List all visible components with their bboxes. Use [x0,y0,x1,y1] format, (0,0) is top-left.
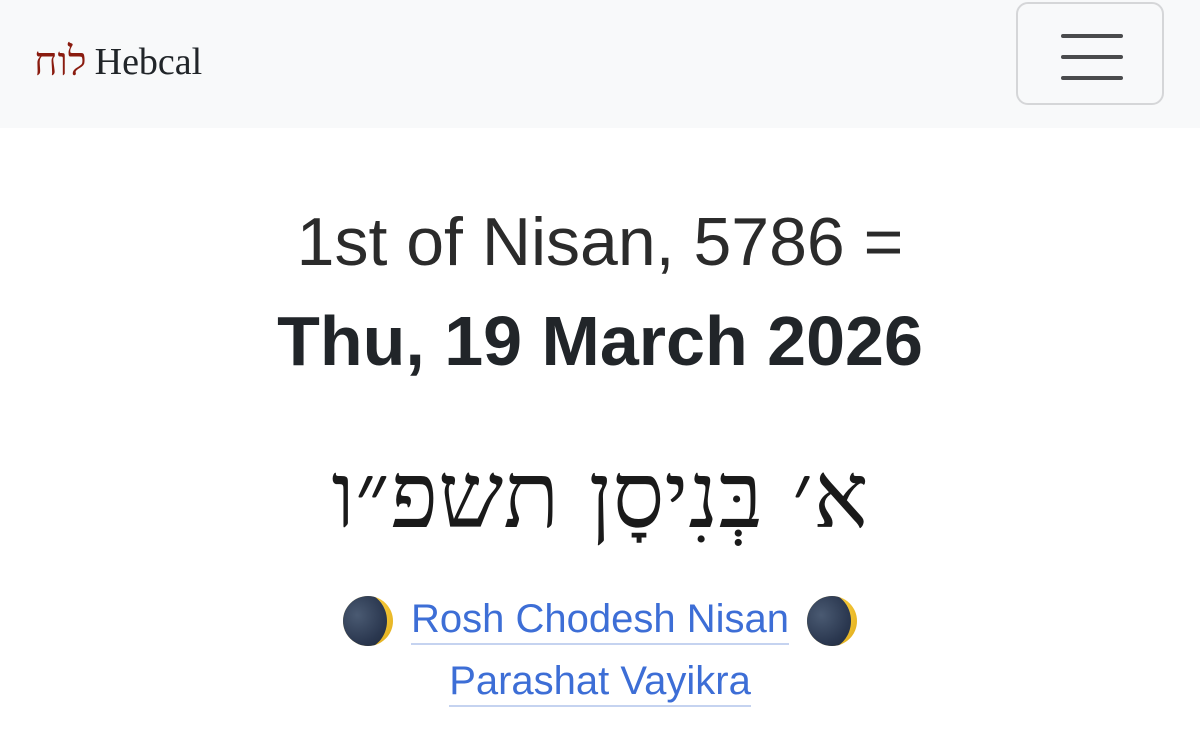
brand-name: Hebcal [94,41,203,83]
event-item-parashat: Parashat Vayikra [0,652,1200,714]
event-item-rosh-chodesh: Rosh Chodesh Nisan [0,590,1200,652]
gregorian-date: Thu, 19 March 2026 [277,302,923,380]
hebrew-date-hebrew: א׳ בְּנִיסָן תשפ״ו [331,442,869,549]
navbar: לוח Hebcal [0,0,1200,128]
new-moon-icon [807,596,857,646]
event-link-rosh-chodesh[interactable]: Rosh Chodesh Nisan [411,597,789,645]
date-converter-result: 1st of Nisan, 5786 = Thu, 19 March 2026 … [0,128,1200,752]
new-moon-icon [343,596,393,646]
event-link-parashat[interactable]: Parashat Vayikra [449,659,751,707]
brand-hebrew-logo: לוח [34,39,87,85]
menu-toggle-button[interactable] [1016,2,1164,105]
hebrew-date-english: 1st of Nisan, 5786 = [296,204,904,280]
events-list: Rosh Chodesh Nisan Parashat Vayikra [0,590,1200,714]
brand-logo-link[interactable]: לוח Hebcal [34,34,202,90]
